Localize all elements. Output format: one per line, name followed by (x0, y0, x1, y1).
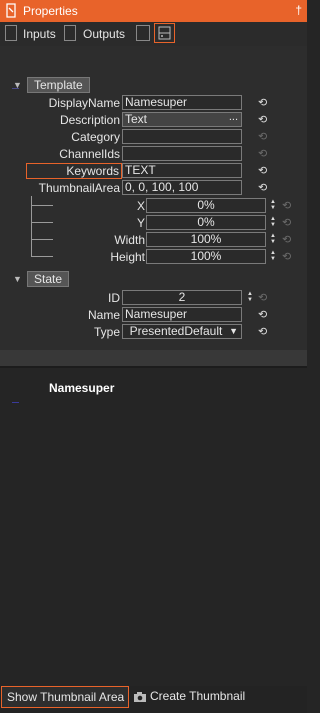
tree-line (31, 239, 53, 241)
thumbnailarea-label: ThumbnailArea (38, 181, 120, 195)
reset-icon: ⟲ (282, 217, 292, 229)
divider (0, 366, 307, 368)
type-select[interactable]: PresentedDefault ▼ (122, 324, 242, 339)
thumbnailarea-field[interactable]: 0, 0, 100, 100 (122, 180, 242, 195)
dropdown-arrow-icon: ▼ (229, 326, 238, 336)
document-icon (5, 3, 17, 21)
category-field[interactable] (122, 129, 242, 144)
create-thumbnail-label: Create Thumbnail (150, 689, 246, 703)
create-thumbnail-button[interactable]: Create Thumbnail (133, 689, 245, 703)
width-field[interactable]: 100% (146, 232, 266, 247)
spinner-icon[interactable]: ▲ ▼ (270, 199, 276, 211)
reset-icon[interactable]: ⟲ (258, 325, 267, 338)
name-label: Name (87, 308, 120, 322)
reset-icon: ⟲ (258, 292, 268, 304)
browse-button[interactable]: ... (229, 113, 238, 124)
properties-view-button[interactable] (154, 23, 175, 43)
name-field[interactable]: Namesuper (122, 307, 242, 322)
title-bar: Properties † (0, 0, 307, 22)
width-label: Width (114, 233, 145, 247)
bottom-bar: Show Thumbnail Area Create Thumbnail (0, 686, 307, 713)
keywords-label: Keywords (26, 163, 122, 179)
channelids-field[interactable] (122, 146, 242, 161)
height-label: Height (110, 250, 145, 264)
type-label: Type (93, 325, 120, 339)
window-title: Properties (23, 4, 78, 18)
id-label: ID (108, 291, 120, 305)
show-thumbnail-area-button[interactable]: Show Thumbnail Area (1, 686, 129, 708)
spinner-icon[interactable]: ▲ ▼ (270, 216, 276, 228)
split-view-icon[interactable] (136, 25, 150, 41)
inputs-icon[interactable] (5, 25, 17, 41)
category-label: Category (71, 130, 120, 144)
id-field[interactable]: 2 (122, 290, 242, 305)
state-group-header[interactable]: State (27, 271, 70, 287)
panel-splitter[interactable] (0, 350, 307, 366)
template-group-header[interactable]: Template (27, 77, 90, 93)
reset-icon: ⟲ (258, 148, 268, 160)
reset-icon: ⟲ (282, 234, 292, 246)
reset-icon: ⟲ (282, 251, 292, 263)
reset-icon[interactable]: ⟲ (258, 113, 267, 126)
reset-icon[interactable]: ⟲ (258, 164, 267, 177)
spinner-icon[interactable]: ▲ ▼ (270, 250, 276, 262)
keywords-field[interactable]: TEXT (122, 163, 242, 178)
x-field[interactable]: 0% (146, 198, 266, 213)
spinner-icon[interactable]: ▲ ▼ (270, 233, 276, 245)
collapse-state-icon[interactable]: ▼ (13, 274, 22, 284)
outputs-icon[interactable] (64, 25, 76, 41)
preview-title: Namesuper (49, 381, 115, 395)
reset-icon[interactable]: ⟲ (258, 181, 267, 194)
collapse-template-icon[interactable]: ▼ (13, 80, 22, 90)
reset-icon[interactable]: ⟲ (258, 96, 267, 109)
tree-line (31, 256, 53, 258)
indicator-mark (12, 402, 19, 403)
description-field[interactable]: Text... (122, 112, 242, 127)
pin-icon[interactable]: † (295, 3, 302, 17)
reset-icon: ⟲ (282, 200, 292, 212)
displayname-label: DisplayName (48, 96, 120, 110)
x-label: X (136, 199, 145, 213)
toolbar: Inputs Outputs (0, 22, 307, 46)
displayname-field[interactable]: Namesuper (122, 95, 242, 110)
y-field[interactable]: 0% (146, 215, 266, 230)
camera-icon (134, 692, 146, 702)
channelids-label: ChannelIds (59, 147, 120, 161)
description-label: Description (59, 113, 120, 127)
y-label: Y (136, 216, 145, 230)
height-field[interactable]: 100% (146, 249, 266, 264)
reset-icon: ⟲ (258, 131, 268, 143)
tab-inputs[interactable]: Inputs (23, 27, 56, 41)
reset-icon[interactable]: ⟲ (258, 308, 267, 321)
tree-line (31, 222, 53, 224)
spinner-icon[interactable]: ▲ ▼ (247, 291, 253, 303)
tab-outputs[interactable]: Outputs (83, 27, 125, 41)
tree-line (31, 205, 53, 207)
